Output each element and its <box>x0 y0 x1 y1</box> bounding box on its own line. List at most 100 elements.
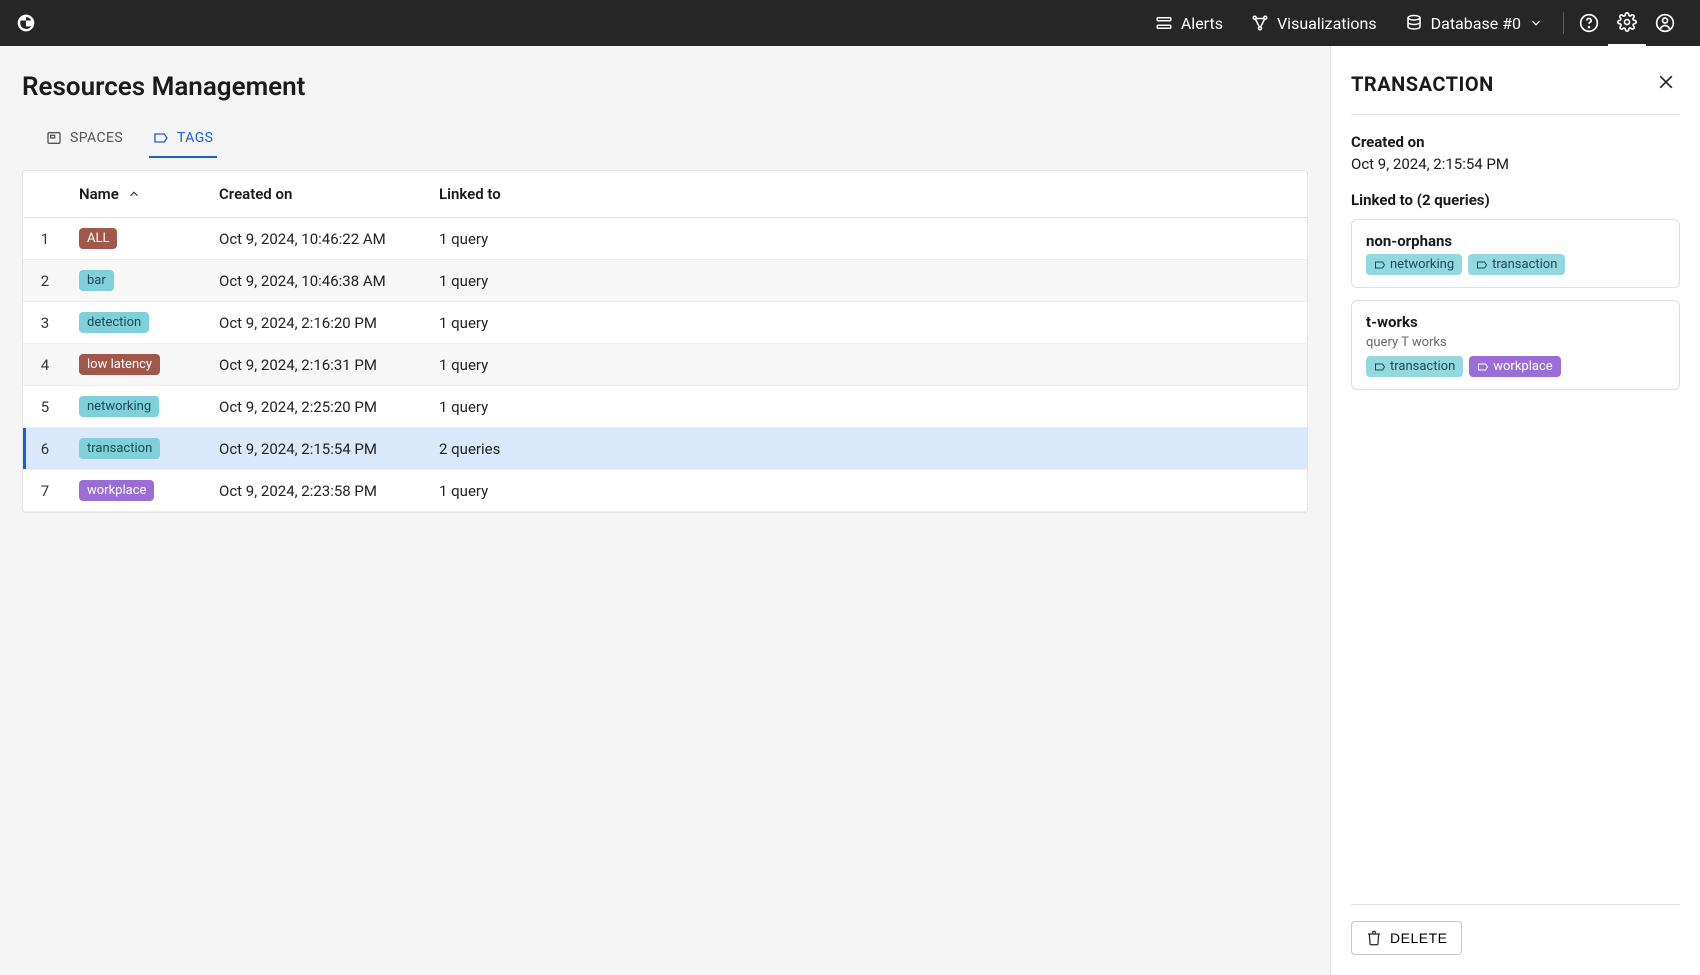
tag-chip: transaction <box>79 438 160 459</box>
row-tag: bar <box>67 260 207 302</box>
tab-tags[interactable]: TAGS <box>149 122 217 158</box>
database-icon <box>1405 14 1423 32</box>
main-layout: Resources Management SPACES TAGS Name <box>0 46 1700 975</box>
sidepanel: TRANSACTION Created on Oct 9, 2024, 2:15… <box>1330 46 1700 975</box>
table-row[interactable]: 5 networking Oct 9, 2024, 2:25:20 PM1 quer… <box>23 386 1307 428</box>
linked-card-tags: networking transaction <box>1366 254 1665 275</box>
app-logo[interactable] <box>16 13 36 33</box>
col-name-label: Name <box>79 185 119 203</box>
row-linked: 2 queries <box>427 428 1307 470</box>
row-created: Oct 9, 2024, 2:16:31 PM <box>207 344 427 386</box>
alerts-icon <box>1155 14 1173 32</box>
close-icon <box>1656 72 1676 92</box>
row-tag: ALL <box>67 218 207 260</box>
col-created[interactable]: Created on <box>207 171 427 218</box>
linked-card[interactable]: non-orphans networking transaction <box>1351 219 1680 288</box>
chevron-down-icon <box>1529 16 1543 30</box>
row-created: Oct 9, 2024, 2:16:20 PM <box>207 302 427 344</box>
row-linked: 1 query <box>427 260 1307 302</box>
topbar: Alerts Visualizations Database #0 <box>0 0 1700 46</box>
spaces-icon <box>46 130 62 146</box>
page-title: Resources Management <box>22 72 1308 102</box>
row-linked: 1 query <box>427 386 1307 428</box>
tag-chip: detection <box>79 312 149 333</box>
row-index: 6 <box>23 428 67 470</box>
row-index: 7 <box>23 470 67 512</box>
created-on-value: Oct 9, 2024, 2:15:54 PM <box>1351 155 1680 173</box>
tag-icon <box>1477 361 1489 373</box>
tags-table: Name Created on Linked to 1 ALL Oct 9, 202… <box>22 170 1308 513</box>
tag-chip: bar <box>79 270 114 291</box>
linked-card-title: t-works <box>1366 313 1665 331</box>
row-linked: 1 query <box>427 218 1307 260</box>
row-linked: 1 query <box>427 302 1307 344</box>
row-index: 5 <box>23 386 67 428</box>
row-tag: transaction <box>67 428 207 470</box>
tab-spaces[interactable]: SPACES <box>42 122 127 158</box>
nav-alerts-label: Alerts <box>1181 14 1223 33</box>
tag-chip: ALL <box>79 228 117 249</box>
tag-chip: workplace <box>1469 356 1560 377</box>
linked-card-title: non-orphans <box>1366 232 1665 250</box>
help-button[interactable] <box>1570 0 1608 46</box>
tabs: SPACES TAGS <box>22 122 1308 158</box>
col-linked-label: Linked to <box>439 185 501 203</box>
topbar-divider <box>1563 12 1564 34</box>
nav-database-label: Database #0 <box>1431 14 1521 33</box>
sort-asc-icon <box>127 187 141 201</box>
nav-database[interactable]: Database #0 <box>1391 0 1557 46</box>
content-area: Resources Management SPACES TAGS Name <box>0 46 1330 975</box>
tag-chip: transaction <box>1468 254 1565 275</box>
row-index: 2 <box>23 260 67 302</box>
table-row[interactable]: 3 detection Oct 9, 2024, 2:16:20 PM1 query <box>23 302 1307 344</box>
user-icon <box>1655 13 1675 33</box>
created-on-label: Created on <box>1351 133 1680 151</box>
row-index: 1 <box>23 218 67 260</box>
tab-spaces-label: SPACES <box>70 130 123 146</box>
sidepanel-title: TRANSACTION <box>1351 72 1494 96</box>
tag-icon <box>1374 361 1386 373</box>
visualizations-icon <box>1251 14 1269 32</box>
tag-chip: networking <box>1366 254 1462 275</box>
tag-chip: networking <box>79 396 159 417</box>
row-created: Oct 9, 2024, 10:46:38 AM <box>207 260 427 302</box>
tag-chip: workplace <box>79 480 154 501</box>
sidepanel-footer: DELETE <box>1351 904 1680 955</box>
nav-visualizations-label: Visualizations <box>1277 14 1377 33</box>
tag-icon <box>1374 259 1386 271</box>
col-linked[interactable]: Linked to <box>427 171 1307 218</box>
row-created: Oct 9, 2024, 2:25:20 PM <box>207 386 427 428</box>
col-name[interactable]: Name <box>67 171 207 218</box>
row-created: Oct 9, 2024, 10:46:22 AM <box>207 218 427 260</box>
col-created-label: Created on <box>219 185 292 203</box>
close-button[interactable] <box>1652 68 1680 100</box>
tab-tags-label: TAGS <box>177 130 213 146</box>
delete-button[interactable]: DELETE <box>1351 921 1462 955</box>
col-index <box>23 171 67 218</box>
settings-button[interactable] <box>1608 0 1646 46</box>
nav-visualizations[interactable]: Visualizations <box>1237 0 1391 46</box>
linked-list: non-orphansnetworkingtransactiont-worksq… <box>1351 219 1680 402</box>
table-row[interactable]: 4low latencyOct 9, 2024, 2:16:31 PM1 que… <box>23 344 1307 386</box>
trash-icon <box>1366 930 1382 946</box>
table-row[interactable]: 7workplaceOct 9, 2024, 2:23:58 PM1 query <box>23 470 1307 512</box>
nav-alerts[interactable]: Alerts <box>1141 0 1237 46</box>
row-linked: 1 query <box>427 344 1307 386</box>
row-tag: low latency <box>67 344 207 386</box>
delete-label: DELETE <box>1390 930 1447 946</box>
tag-chip: transaction <box>1366 356 1463 377</box>
account-button[interactable] <box>1646 0 1684 46</box>
sidepanel-header: TRANSACTION <box>1351 68 1680 115</box>
table-row[interactable]: 1 ALL Oct 9, 2024, 10:46:22 AM1 query <box>23 218 1307 260</box>
linked-card-tags: transaction workplace <box>1366 356 1665 377</box>
tag-chip: low latency <box>79 354 160 375</box>
row-index: 3 <box>23 302 67 344</box>
table-row[interactable]: 6transactionOct 9, 2024, 2:15:54 PM2 que… <box>23 428 1307 470</box>
gear-icon <box>1617 12 1637 32</box>
row-linked: 1 query <box>427 470 1307 512</box>
linked-card[interactable]: t-worksquery T workstransactionworkplace <box>1351 300 1680 390</box>
row-tag: networking <box>67 386 207 428</box>
table-row[interactable]: 2 bar Oct 9, 2024, 10:46:38 AM1 query <box>23 260 1307 302</box>
tags-icon <box>153 130 169 146</box>
linked-to-header: Linked to (2 queries) <box>1351 191 1680 209</box>
